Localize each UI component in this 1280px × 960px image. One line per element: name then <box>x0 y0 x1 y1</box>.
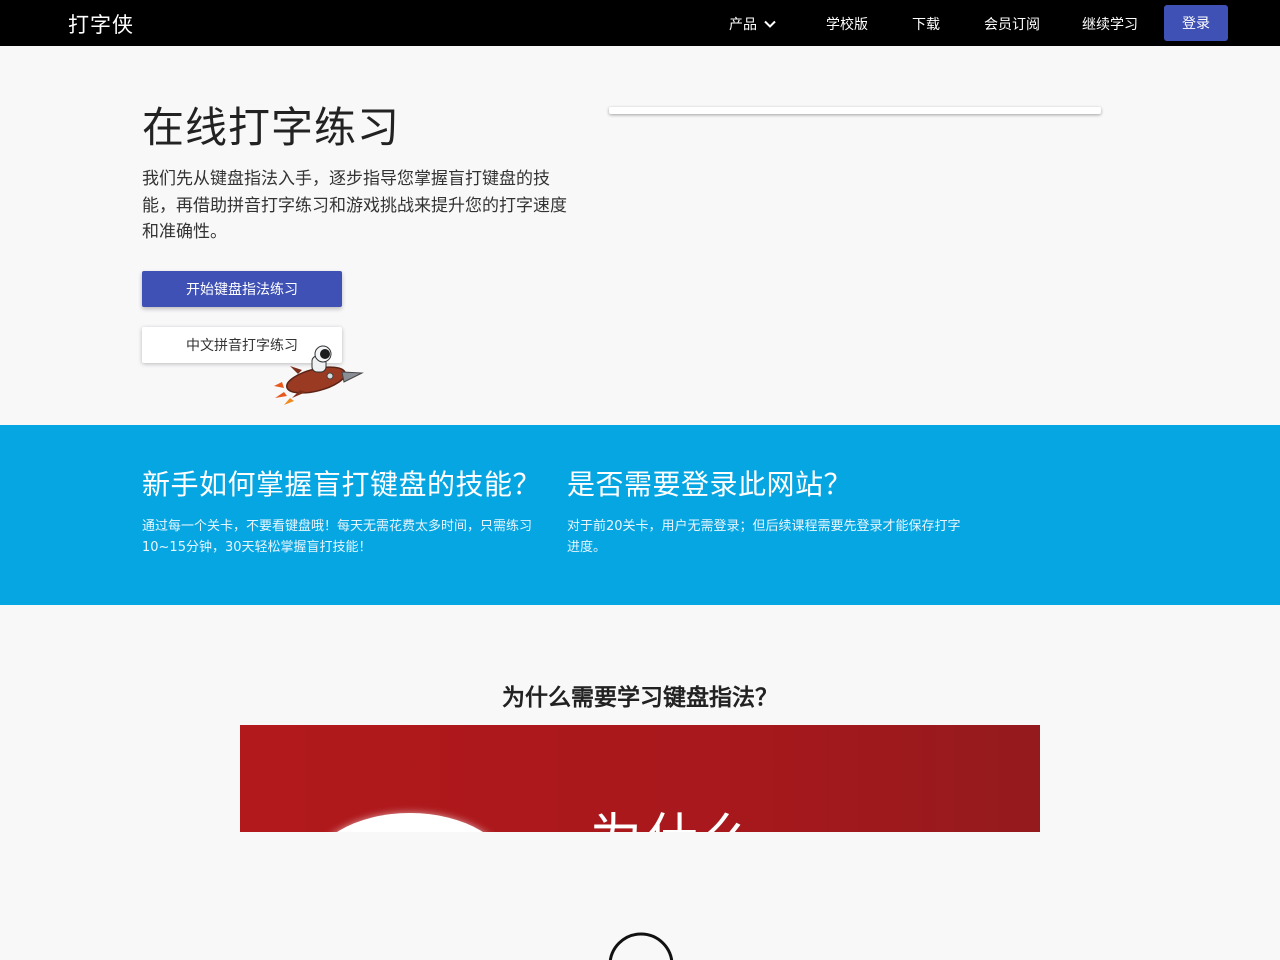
site-logo[interactable]: 打字侠 <box>68 9 134 39</box>
feature-title: 是否需要登录此网站？ <box>567 468 853 501</box>
login-button[interactable]: 登录 <box>1164 5 1228 41</box>
loading-spinner-icon <box>608 932 674 960</box>
nav-products-label: 产品 <box>729 17 757 33</box>
video-graphic-circle <box>310 813 510 832</box>
feature-text: 通过每一个关卡，不要看键盘哦！每天无需花费太多时间，只需练习10~15分钟，30… <box>142 519 533 555</box>
start-fingering-practice-button[interactable]: 开始键盘指法练习 <box>142 271 342 307</box>
feature-title: 新手如何掌握盲打键盘的技能？ <box>142 468 542 501</box>
feature-login-required: 是否需要登录此网站？ 对于前20关卡，用户无需登录；但后续课程需要先登录才能保存… <box>567 463 967 558</box>
feature-blind-typing: 新手如何掌握盲打键盘的技能？ 通过每一个关卡，不要看键盘哦！每天无需花费太多时间… <box>142 463 542 558</box>
nav-products-dropdown[interactable]: 产品 <box>729 14 777 34</box>
hero-description: 我们先从键盘指法入手，逐步指导您掌握盲打键盘的技能，再借助拼音打字练习和游戏挑战… <box>142 169 567 242</box>
intro-video-player[interactable] <box>609 107 1101 114</box>
nav-continue-learning[interactable]: 继续学习 <box>1082 14 1138 34</box>
video-overlay-text: 为什么 <box>590 813 758 832</box>
why-learn-video[interactable]: 为什么 <box>240 725 1040 832</box>
why-learn-title: 为什么需要学习键盘指法？ <box>502 685 778 711</box>
top-navigation-bar: 打字侠 产品 学校版 下载 会员订阅 继续学习 登录 <box>0 0 1280 46</box>
feature-text: 对于前20关卡，用户无需登录；但后续课程需要先登录才能保存打字进度。 <box>567 519 961 555</box>
feature-band: 新手如何掌握盲打键盘的技能？ 通过每一个关卡，不要看键盘哦！每天无需花费太多时间… <box>0 425 1280 605</box>
nav-membership[interactable]: 会员订阅 <box>984 14 1040 34</box>
rocket-astronaut-icon <box>274 345 364 405</box>
nav-school-edition[interactable]: 学校版 <box>826 14 868 34</box>
nav-download[interactable]: 下载 <box>912 14 940 34</box>
chevron-down-icon <box>764 20 776 28</box>
page-title: 在线打字练习 <box>142 103 401 152</box>
